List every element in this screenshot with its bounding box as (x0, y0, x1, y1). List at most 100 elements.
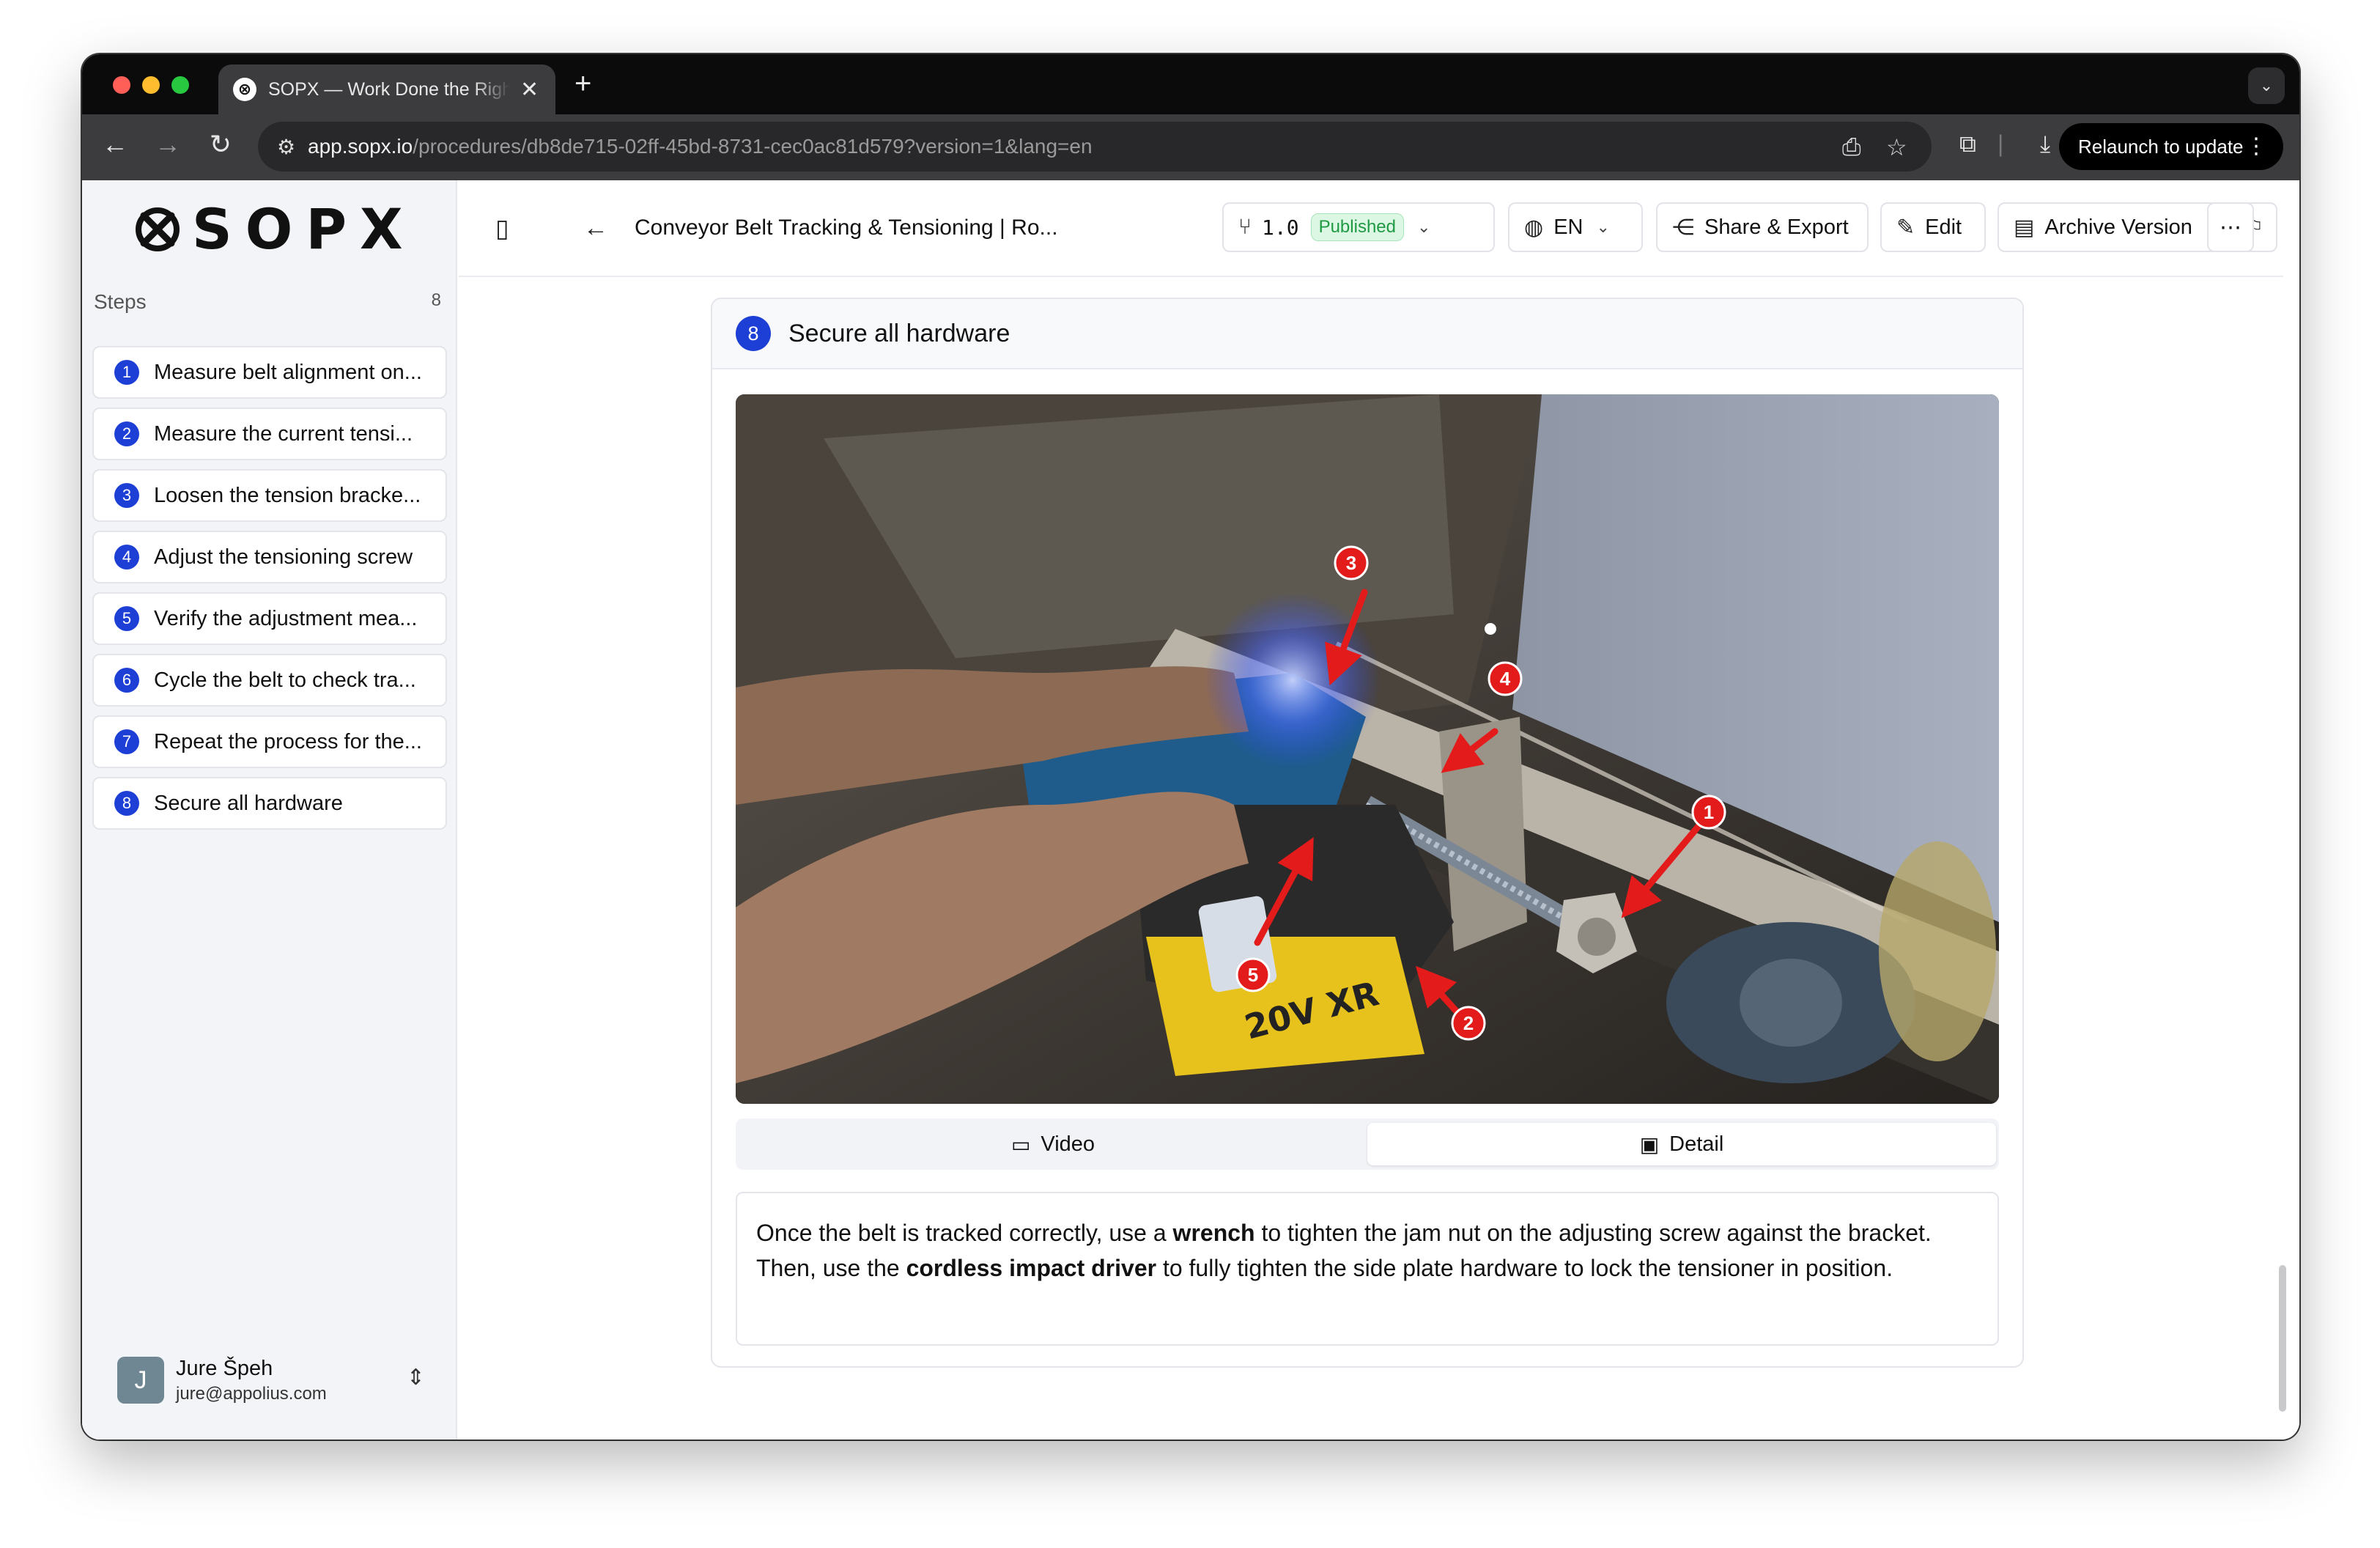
avatar: J (117, 1357, 164, 1404)
globe-icon: ◍ (1524, 215, 1544, 240)
tab-search-button[interactable]: ⌄ (2248, 67, 2285, 104)
tab-title: SOPX — Work Done the Right Way (268, 78, 510, 100)
new-tab-button[interactable]: + (574, 67, 591, 100)
svg-text:2: 2 (1463, 1012, 1474, 1034)
tab-close-icon[interactable]: ✕ (520, 77, 539, 103)
step-item-7[interactable]: 7 Repeat the process for the... (92, 715, 447, 768)
close-window-button[interactable] (113, 76, 130, 94)
chevron-down-icon: ⌄ (1417, 218, 1431, 236)
step-description: Once the belt is tracked correctly, use … (736, 1192, 1999, 1346)
step-item-2[interactable]: 2 Measure the current tensi... (92, 408, 447, 460)
annotation-marker-1: 1 (1691, 795, 1726, 830)
archive-label: Archive Version (2044, 215, 2192, 239)
address-bar[interactable]: ⚙ app.sopx.io/procedures/db8de715-02ff-4… (258, 122, 1932, 172)
annotation-marker-5: 5 (1235, 957, 1271, 992)
version-selector[interactable]: ⑂ 1.0 Published ⌄ (1222, 202, 1495, 252)
scrollbar[interactable] (2279, 1265, 2286, 1412)
branch-icon: ⑂ (1238, 215, 1252, 239)
video-icon: ▭ (1010, 1132, 1031, 1156)
arrow-left-icon[interactable]: ← (583, 214, 608, 243)
step-label: Measure belt alignment on... (154, 360, 422, 384)
annotation-marker-4: 4 (1488, 661, 1523, 696)
url-text[interactable]: app.sopx.io/procedures/db8de715-02ff-45b… (308, 135, 1093, 158)
star-icon[interactable]: ☆ (1886, 133, 1907, 161)
url-path: /procedures/db8de715-02ff-45bd-8731-cec0… (413, 135, 1093, 158)
step-number-badge: 6 (114, 668, 139, 693)
user-email: jure@appolius.com (176, 1383, 327, 1404)
chevron-updown-icon[interactable]: ⇕ (407, 1365, 425, 1390)
annotation-arrow-1 (1621, 817, 1707, 918)
tab-detail-label: Detail (1669, 1132, 1724, 1156)
annotation-layer: 1 2 3 4 5 (1235, 545, 1726, 1041)
more-icon: ⋯ (2220, 215, 2242, 240)
step-item-3[interactable]: 3 Loosen the tension bracke... (92, 469, 447, 522)
desc-bold-wrench: wrench (1172, 1220, 1255, 1246)
step-item-1[interactable]: 1 Measure belt alignment on... (92, 346, 447, 399)
share-export-button[interactable]: ⋲ Share & Export (1656, 202, 1869, 252)
step-label: Verify the adjustment mea... (154, 606, 418, 630)
desc-part-1: Once the belt is tracked correctly, use … (756, 1220, 1173, 1246)
user-menu[interactable]: J Jure Špeh jure@appolius.com ⇕ (117, 1354, 425, 1406)
step-label: Measure the current tensi... (154, 421, 413, 446)
url-host: app.sopx.io (308, 135, 413, 158)
relaunch-to-update-button[interactable]: Relaunch to update ⋮ (2059, 123, 2283, 170)
extensions-icon[interactable]: ⧉ (1959, 130, 1976, 158)
step-card-header: 8 Secure all hardware (712, 299, 2022, 369)
step-label: Cycle the belt to check tra... (154, 668, 416, 692)
status-badge: Published (1310, 213, 1404, 241)
step-image[interactable]: 20V XR 1 2 3 4 5 (736, 394, 1999, 1104)
reload-icon[interactable]: ↻ (202, 129, 239, 160)
step-label: Loosen the tension bracke... (154, 483, 421, 507)
step-number-badge: 8 (736, 316, 771, 351)
svg-text:5: 5 (1248, 964, 1258, 986)
browser-tab[interactable]: ⊗ SOPX — Work Done the Right Way ✕ (218, 64, 555, 114)
steps-heading: Steps (94, 290, 147, 313)
step-item-6[interactable]: 6 Cycle the belt to check tra... (92, 654, 447, 707)
install-icon[interactable]: ⎙ (1842, 133, 1861, 161)
desc-part-3: to fully tighten the side plate hardware… (1156, 1255, 1893, 1281)
step-number-badge: 2 (114, 421, 139, 446)
share-label: Share & Export (1704, 215, 1849, 239)
download-icon[interactable]: ⤓ (2040, 130, 2050, 158)
procedure-header: ▯ ← Conveyor Belt Tracking & Tensioning … (459, 180, 2283, 277)
tab-video-label: Video (1041, 1132, 1095, 1156)
language-selector[interactable]: ◍ EN ⌄ (1508, 202, 1643, 252)
more-button[interactable]: ⋯ (2207, 202, 2254, 252)
step-item-5[interactable]: 5 Verify the adjustment mea... (92, 592, 447, 645)
step-number-badge: 4 (114, 545, 139, 570)
step-item-8[interactable]: 8 Secure all hardware (92, 777, 447, 830)
share-icon: ⋲ (1672, 215, 1694, 240)
toolbar-divider: | (1998, 130, 2004, 157)
step-number-badge: 3 (114, 483, 139, 508)
annotation-arrow-4 (1441, 728, 1498, 773)
kebab-icon[interactable]: ⋮ (2245, 133, 2267, 159)
archive-version-button[interactable]: ▤ Archive Version (1998, 202, 2219, 252)
steps-count: 8 (431, 290, 441, 310)
sidebar-toggle-icon[interactable]: ▯ (495, 214, 509, 243)
edit-button[interactable]: ✎ Edit (1880, 202, 1986, 252)
tab-strip: ⊗ SOPX — Work Done the Right Way ✕ + ⌄ (82, 54, 2299, 114)
step-list: 1 Measure belt alignment on... 2 Measure t… (92, 346, 447, 838)
tab-detail[interactable]: ▣ Detail (1367, 1123, 1996, 1165)
step-number-badge: 5 (114, 606, 139, 631)
minimize-window-button[interactable] (142, 76, 160, 94)
pencil-icon: ✎ (1896, 215, 1915, 240)
svg-text:4: 4 (1500, 668, 1511, 690)
tab-video[interactable]: ▭ Video (739, 1123, 1367, 1165)
sopx-favicon-icon: ⊗ (233, 78, 256, 101)
desc-bold-driver: cordless impact driver (906, 1255, 1157, 1281)
site-settings-icon[interactable]: ⚙ (277, 135, 295, 159)
annotation-marker-3: 3 (1334, 545, 1369, 580)
step-label: Repeat the process for the... (154, 729, 422, 753)
zoom-window-button[interactable] (171, 76, 189, 94)
forward-icon[interactable]: → (149, 129, 186, 160)
step-item-4[interactable]: 4 Adjust the tensioning screw (92, 531, 447, 583)
step-title: Secure all hardware (788, 319, 1010, 347)
browser-toolbar: ← → ↻ ⚙ app.sopx.io/procedures/db8de715-… (82, 114, 2299, 180)
annotation-arrow-5 (1254, 837, 1314, 946)
steps-header: Steps 8 (94, 290, 446, 314)
sopx-logo[interactable]: SOPX (133, 196, 416, 262)
procedure-title: Conveyor Belt Tracking & Tensioning | Ro… (635, 215, 1058, 240)
back-icon[interactable]: ← (97, 129, 133, 160)
image-icon: ▣ (1639, 1132, 1660, 1156)
